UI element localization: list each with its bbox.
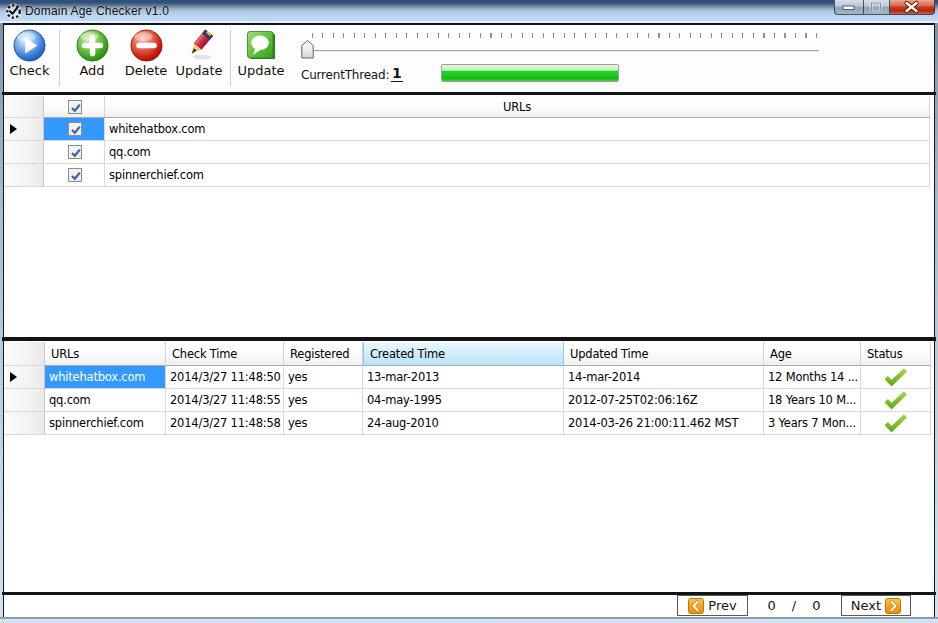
next-button[interactable]: Next <box>841 595 911 616</box>
lower-grid-cell-check-time[interactable]: 2014/3/27 11:48:55 <box>166 389 284 412</box>
lower-grid-cell-updated-time[interactable]: 14-mar-2014 <box>564 366 764 389</box>
progress-bar <box>441 64 619 82</box>
delete-button-label: Delete <box>119 63 173 78</box>
lower-grid-row-header[interactable] <box>4 412 45 435</box>
upper-grid-url-cell[interactable]: whitehatbox.com <box>105 118 930 141</box>
window-frame-left <box>0 23 3 617</box>
maximize-button[interactable] <box>864 0 890 15</box>
progress-bar-fill <box>442 65 618 81</box>
app-logo-icon <box>5 3 22 20</box>
lower-grid-row-header[interactable] <box>4 389 45 412</box>
add-button[interactable]: Add <box>66 27 118 89</box>
lower-grid-cell-age[interactable]: 12 Months 14 ... <box>764 366 861 389</box>
slider-thumb[interactable] <box>301 40 314 59</box>
status-check-icon <box>883 368 909 387</box>
upper-grid-row-header[interactable] <box>4 164 44 187</box>
close-button[interactable] <box>890 0 935 15</box>
add-plus-icon <box>76 29 109 62</box>
window-frame-bottom <box>0 617 938 623</box>
upper-grid-corner-header <box>4 96 44 118</box>
upper-grid-row-checkbox[interactable] <box>68 145 82 159</box>
lower-grid-corner-header <box>4 342 45 366</box>
lower-grid-header-created-time[interactable]: Created Time <box>363 342 564 366</box>
window-controls <box>834 0 935 15</box>
lower-grid-cell-created-time[interactable]: 04-may-1995 <box>363 389 564 412</box>
lower-grid-cell-registered[interactable]: yes <box>284 412 363 435</box>
lower-grid-cell-check-time[interactable]: 2014/3/27 11:48:58 <box>166 412 284 435</box>
update-pencil-icon <box>183 29 216 62</box>
section-divider <box>2 337 936 341</box>
titlebar: Domain Age Checker v1.0 <box>0 0 938 23</box>
update-chat-icon <box>244 29 278 62</box>
lower-grid-cell-age[interactable]: 3 Years 7 Mon... <box>764 412 861 435</box>
update-button-label: Update <box>173 63 225 78</box>
update-button[interactable]: Update <box>173 27 225 89</box>
next-button-label: Next <box>851 598 881 613</box>
update2-button-label: Update <box>235 63 287 78</box>
slider-track[interactable] <box>301 50 819 52</box>
toolbar-separator <box>230 30 231 86</box>
lower-grid-cell-url[interactable]: qq.com <box>45 389 166 412</box>
prev-button[interactable]: Prev <box>677 595 748 616</box>
lower-grid-header-urls[interactable]: URLs <box>45 342 166 366</box>
upper-grid-header-checkbox[interactable] <box>68 100 82 114</box>
lower-grid-cell-created-time[interactable]: 24-aug-2010 <box>363 412 564 435</box>
current-thread-value: 1 <box>391 65 403 82</box>
page-current: 0 <box>768 598 776 613</box>
status-check-icon <box>883 414 909 433</box>
lower-grid-cell-check-time[interactable]: 2014/3/27 11:48:50 <box>166 366 284 389</box>
lower-grid-cell-created-time[interactable]: 13-mar-2013 <box>363 366 564 389</box>
page-separator: / <box>792 598 796 613</box>
lower-grid-header-status[interactable]: Status <box>861 342 931 366</box>
check-button[interactable]: Check <box>3 27 56 89</box>
lower-grid-cell-status[interactable] <box>861 389 931 412</box>
status-check-icon <box>883 391 909 410</box>
lower-grid-cell-status[interactable] <box>861 366 931 389</box>
check-play-icon <box>13 29 46 62</box>
lower-grid-header-age[interactable]: Age <box>764 342 861 366</box>
current-row-arrow-icon <box>10 124 17 134</box>
lower-grid-cell-age[interactable]: 18 Years 10 M... <box>764 389 861 412</box>
slider-tick-marks <box>312 33 818 38</box>
check-button-label: Check <box>3 63 56 78</box>
upper-grid-url-cell[interactable]: qq.com <box>105 141 930 164</box>
next-arrow-icon <box>885 598 901 614</box>
delete-minus-icon <box>130 29 163 62</box>
upper-grid-url-cell[interactable]: spinnerchief.com <box>105 164 930 187</box>
window-title: Domain Age Checker v1.0 <box>25 4 169 18</box>
lower-grid-cell-url[interactable]: whitehatbox.com <box>45 366 166 389</box>
lower-grid-header-check-time[interactable]: Check Time <box>166 342 284 366</box>
page-counter: 0 / 0 <box>750 598 838 613</box>
lower-grid-cell-updated-time[interactable]: 2014-03-26 21:00:11.462 MST <box>564 412 764 435</box>
lower-grid-cell-registered[interactable]: yes <box>284 389 363 412</box>
update2-button[interactable]: Update <box>235 27 287 89</box>
lower-grid-cell-registered[interactable]: yes <box>284 366 363 389</box>
upper-grid-row-checkbox[interactable] <box>68 168 82 182</box>
upper-grid-row-checkbox[interactable] <box>68 122 82 136</box>
current-thread-label: CurrentThread: <box>301 68 389 82</box>
section-divider <box>2 92 936 95</box>
delete-button[interactable]: Delete <box>119 27 173 89</box>
page-total: 0 <box>812 598 820 613</box>
prev-arrow-icon <box>688 598 704 614</box>
app-window: Domain Age Checker v1.0 <box>0 0 938 623</box>
upper-grid-urls-column-header[interactable]: URLs <box>105 96 930 118</box>
upper-grid-row-header[interactable] <box>4 141 44 164</box>
lower-grid-header-updated-time[interactable]: Updated Time <box>564 342 764 366</box>
toolbar-separator <box>59 30 60 86</box>
lower-grid-cell-status[interactable] <box>861 412 931 435</box>
add-button-label: Add <box>66 63 118 78</box>
lower-grid-header-registered[interactable]: Registered <box>284 342 363 366</box>
current-row-arrow-icon <box>10 372 17 382</box>
prev-button-label: Prev <box>708 598 736 613</box>
lower-grid-cell-updated-time[interactable]: 2012-07-25T02:06:16Z <box>564 389 764 412</box>
minimize-button[interactable] <box>834 0 864 15</box>
lower-grid-cell-url[interactable]: spinnerchief.com <box>45 412 166 435</box>
